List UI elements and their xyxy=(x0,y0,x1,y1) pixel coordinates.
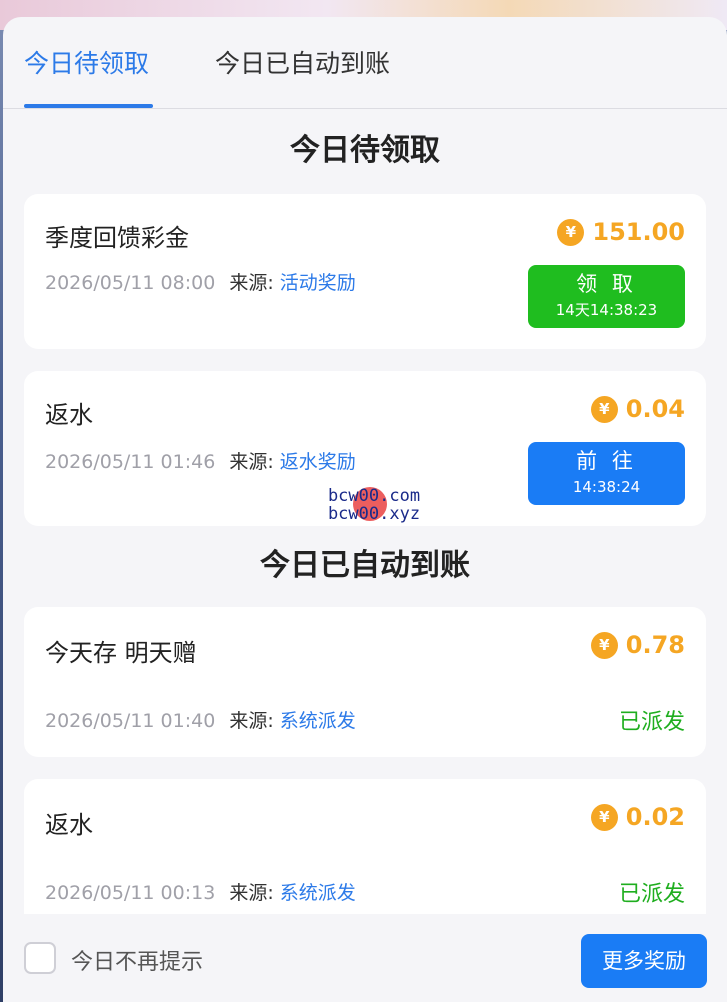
amount-value: 0.78 xyxy=(625,631,685,659)
watermark-line-1: bcw00.com xyxy=(327,486,421,506)
reward-title: 今天存 明天赠 xyxy=(45,639,197,667)
reward-amount: ¥ 0.78 xyxy=(590,629,685,661)
coin-icon: ¥ xyxy=(557,218,585,246)
source-label: 来源: xyxy=(229,882,274,904)
reward-meta: 2026/05/11 01:40 来源: 系统派发 xyxy=(45,706,356,733)
reward-time: 2026/05/11 01:40 xyxy=(45,710,216,732)
coin-icon: ¥ xyxy=(590,395,618,423)
source-value: 系统派发 xyxy=(279,882,356,904)
source-label: 来源: xyxy=(229,451,274,473)
dont-show-today-label[interactable]: 今日不再提示 xyxy=(71,944,203,976)
reward-time: 2026/05/11 00:13 xyxy=(45,882,216,904)
reward-amount: ¥ 0.04 xyxy=(590,393,685,425)
reward-title: 返水 xyxy=(45,401,93,429)
section-title-pending: 今日待领取 xyxy=(290,133,440,168)
section-title-auto: 今日已自动到账 xyxy=(260,548,470,583)
amount-value: 151.00 xyxy=(592,218,685,246)
tab-pending[interactable]: 今日待领取 xyxy=(24,47,149,81)
pending-reward-card: 季度回馈彩金 ¥ 151.00 2026/05/11 08:00 来源: 活动奖励… xyxy=(24,194,706,349)
go-button-label: 前 往 xyxy=(576,449,637,473)
go-countdown: 14:38:24 xyxy=(572,478,641,496)
source-value: 系统派发 xyxy=(279,710,356,732)
amount-value: 0.04 xyxy=(625,395,685,423)
watermark-line-2: bcw00.xyz xyxy=(327,504,421,524)
amount-value: 0.02 xyxy=(625,803,685,831)
auto-reward-card: 今天存 明天赠 ¥ 0.78 2026/05/11 01:40 来源: 系统派发 … xyxy=(24,607,706,757)
source-value: 活动奖励 xyxy=(279,272,356,294)
status-badge: 已派发 xyxy=(618,710,685,735)
go-button[interactable]: 前 往 14:38:24 xyxy=(528,442,685,505)
reward-meta: 2026/05/11 00:13 来源: 系统派发 xyxy=(45,878,356,905)
reward-time: 2026/05/11 01:46 xyxy=(45,451,216,473)
reward-title: 返水 xyxy=(45,811,93,839)
tab-bar: 今日待领取 今日已自动到账 xyxy=(3,17,727,109)
reward-time: 2026/05/11 08:00 xyxy=(45,272,216,294)
reward-title: 季度回馈彩金 xyxy=(45,224,189,252)
watermark: bcw00.com bcw00.xyz xyxy=(319,487,429,531)
claim-button-label: 领 取 xyxy=(576,272,637,296)
claim-countdown: 14天14:38:23 xyxy=(555,301,658,319)
source-label: 来源: xyxy=(229,272,274,294)
claim-button[interactable]: 领 取 14天14:38:23 xyxy=(528,265,685,328)
status-badge: 已派发 xyxy=(618,882,685,907)
dont-show-today-checkbox[interactable] xyxy=(24,942,56,974)
coin-icon: ¥ xyxy=(590,803,618,831)
more-rewards-button[interactable]: 更多奖励 xyxy=(581,934,707,988)
modal-footer: 今日不再提示 更多奖励 xyxy=(3,914,727,1002)
source-label: 来源: xyxy=(229,710,274,732)
rewards-modal: 今日待领取 今日已自动到账 今日待领取 季度回馈彩金 ¥ 151.00 2026… xyxy=(3,17,727,1002)
reward-amount: ¥ 151.00 xyxy=(557,216,685,248)
reward-amount: ¥ 0.02 xyxy=(590,801,685,833)
source-value: 返水奖励 xyxy=(279,451,356,473)
tab-auto-credited[interactable]: 今日已自动到账 xyxy=(215,47,390,81)
auto-reward-card: 返水 ¥ 0.02 2026/05/11 00:13 来源: 系统派发 已派发 xyxy=(24,779,706,914)
tab-active-indicator xyxy=(24,104,153,108)
reward-meta: 2026/05/11 08:00 来源: 活动奖励 xyxy=(45,268,356,295)
coin-icon: ¥ xyxy=(590,631,618,659)
reward-meta: 2026/05/11 01:46 来源: 返水奖励 xyxy=(45,447,356,474)
